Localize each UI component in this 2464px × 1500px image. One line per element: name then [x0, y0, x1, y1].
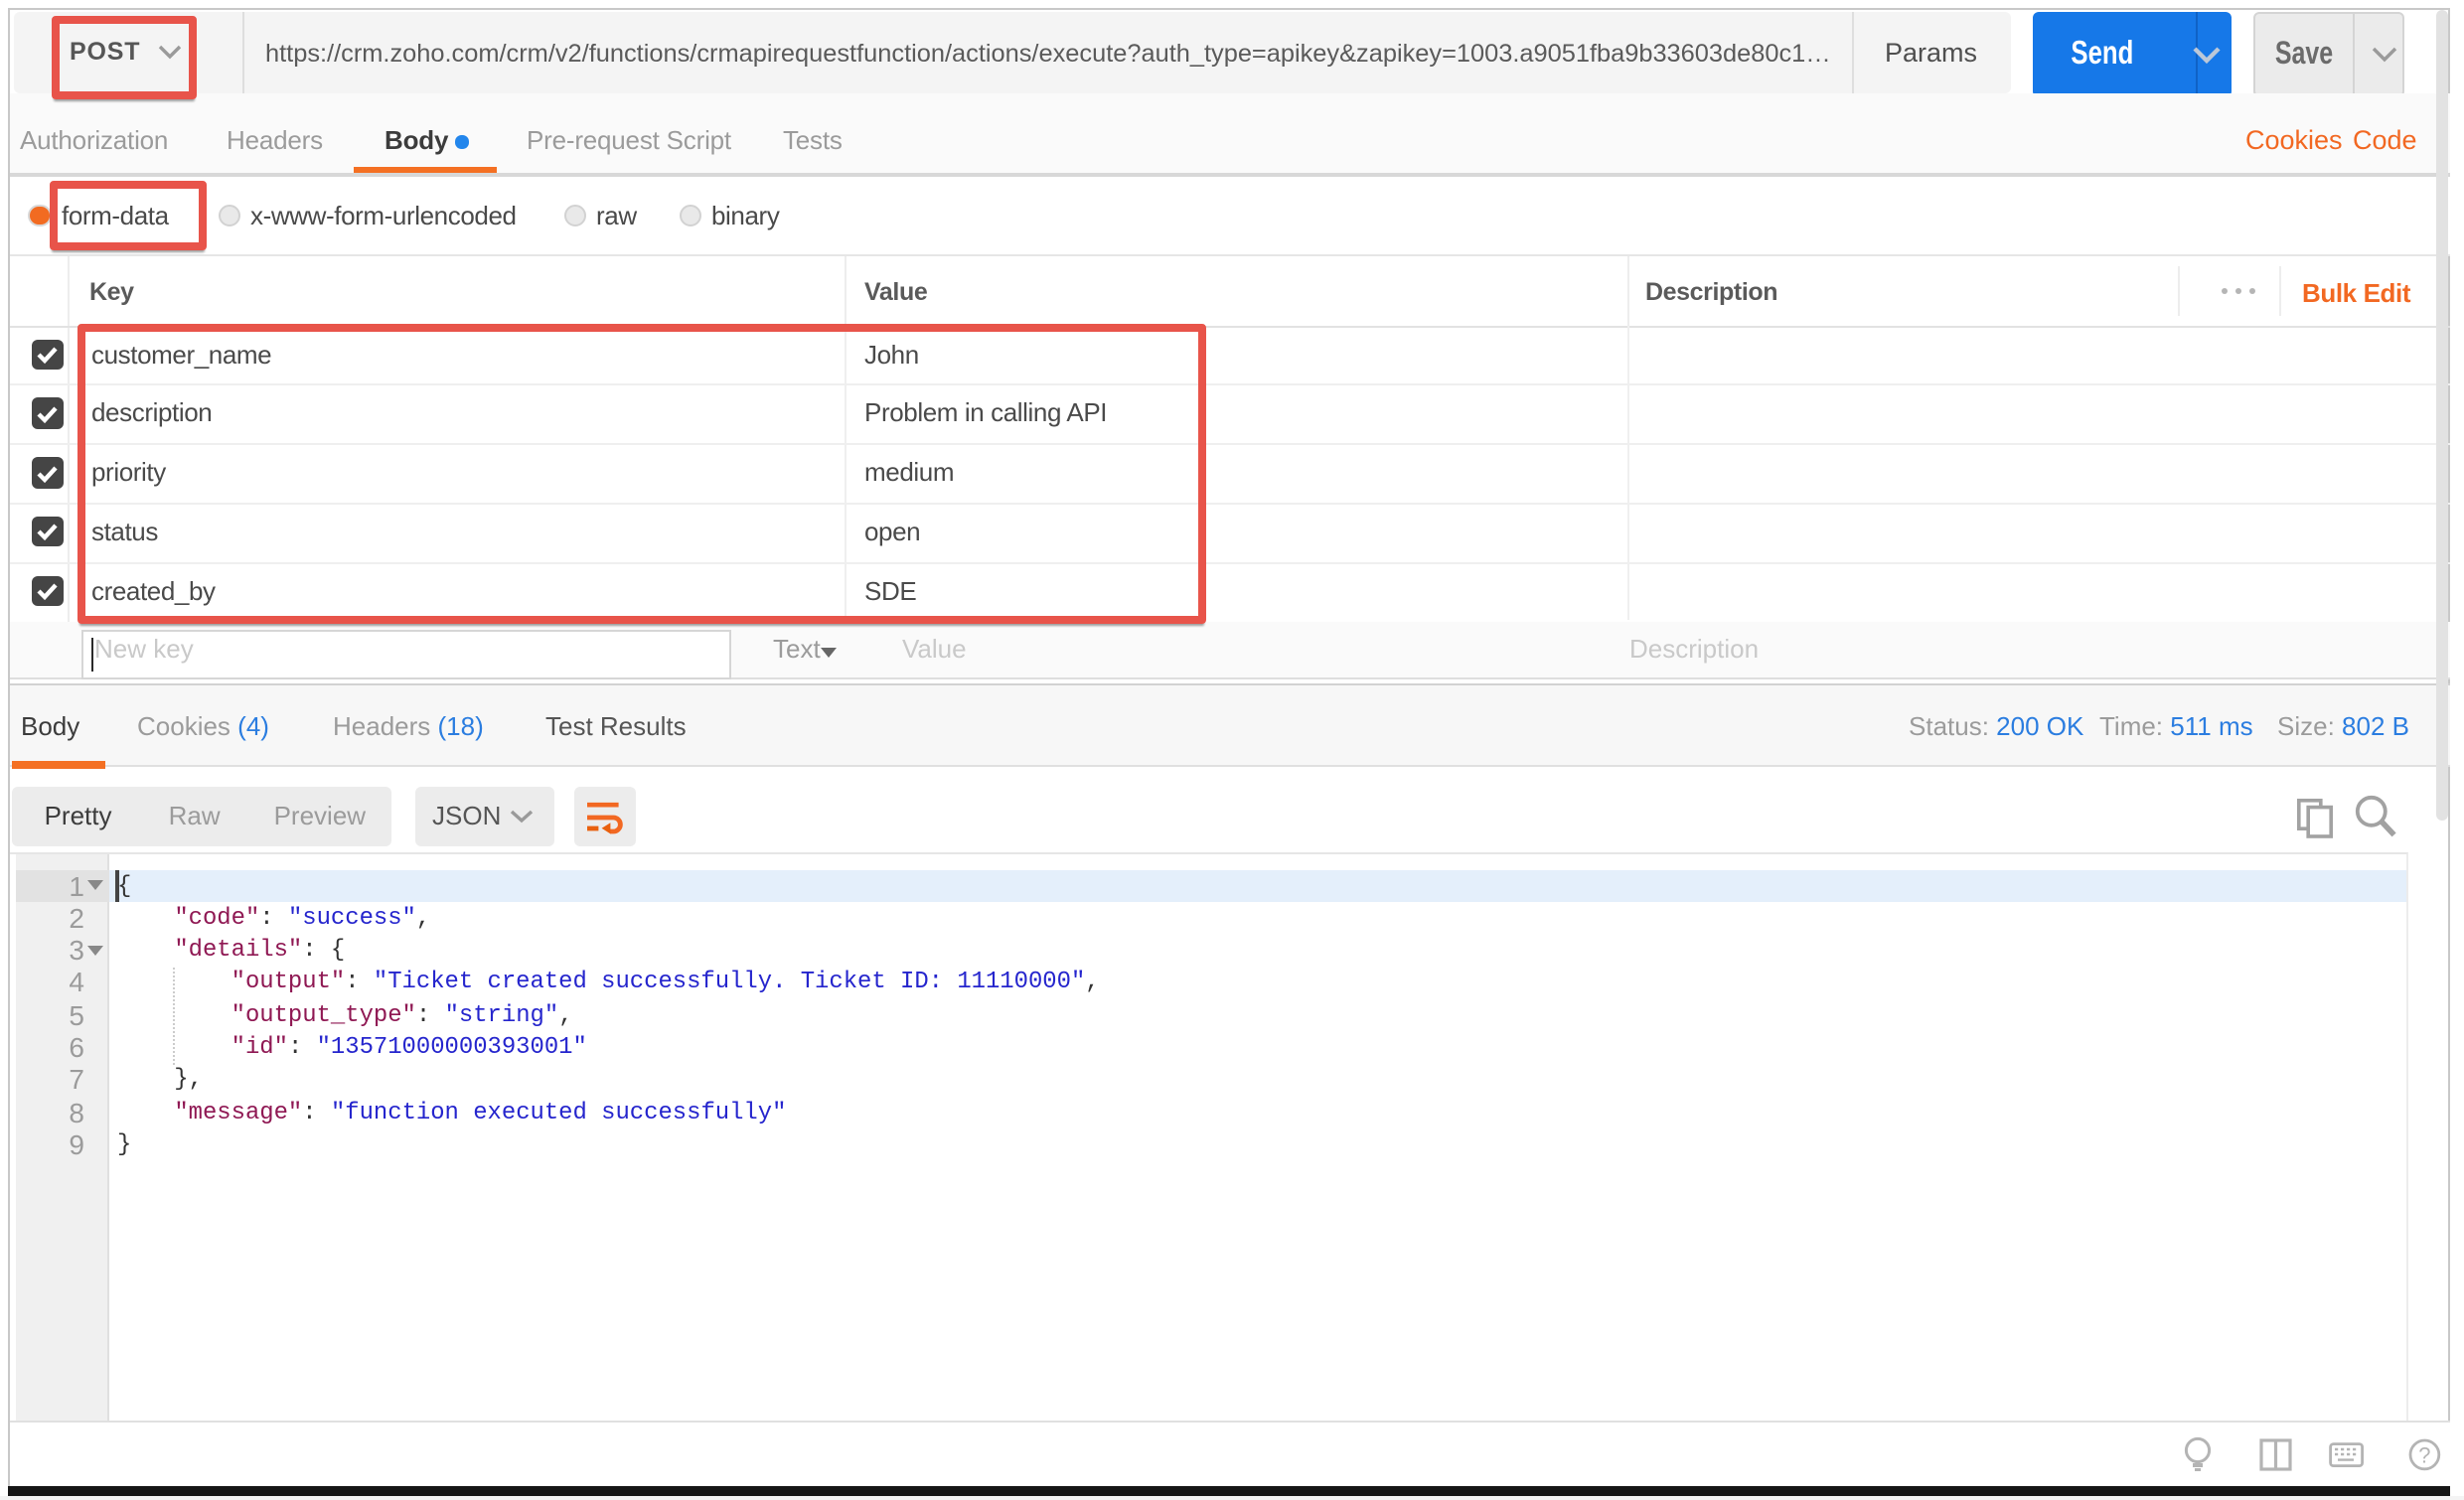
svg-text:?: ?	[2417, 1441, 2429, 1466]
